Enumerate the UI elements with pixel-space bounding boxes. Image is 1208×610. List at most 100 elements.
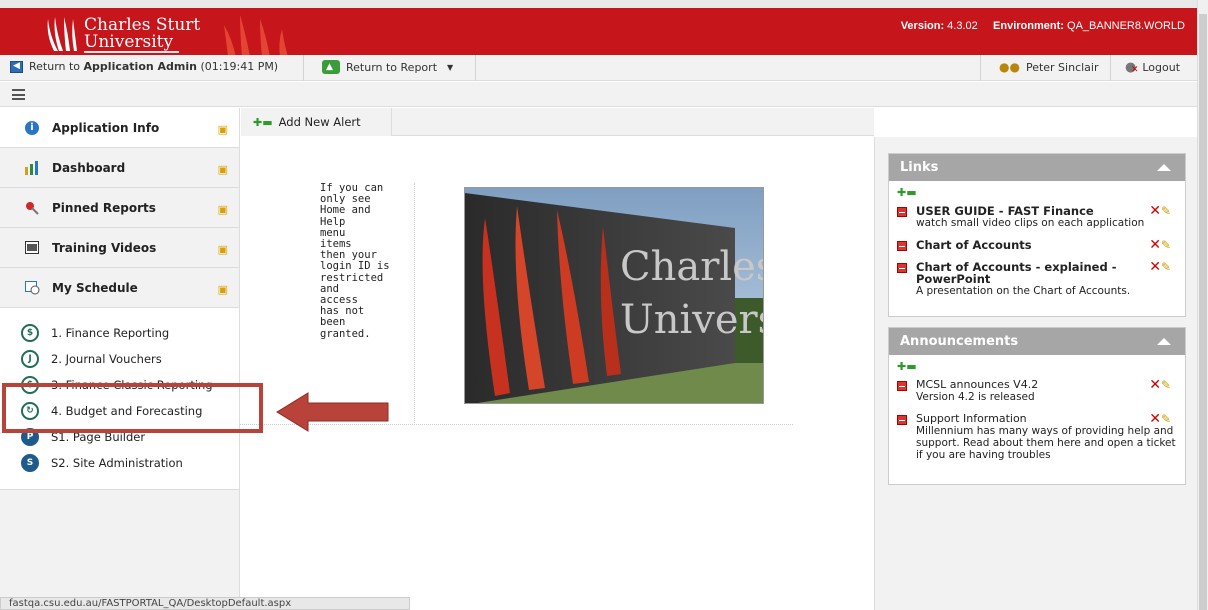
edit-icon[interactable]: ✎ xyxy=(1161,238,1171,252)
return-prefix: Return to xyxy=(29,60,84,73)
return-to-app-link[interactable]: ◀ Return to Application Admin (01:19:41 … xyxy=(10,60,278,73)
sidebar: i Application Info ▣ Dashboard ▣ Pinned … xyxy=(0,108,240,610)
environment-value: QA_BANNER8.WORLD xyxy=(1067,20,1185,32)
schedule-item-journal-vouchers[interactable]: J 2. Journal Vouchers xyxy=(0,346,239,372)
report-icon: ▲ xyxy=(322,60,340,74)
version-info: Version: 4.3.02 Environment: QA_BANNER8.… xyxy=(901,20,1185,32)
access-message: If you can only see Home and Help menu i… xyxy=(320,182,390,340)
film-icon xyxy=(24,240,40,256)
add-alert-label: Add New Alert xyxy=(278,115,361,129)
links-header[interactable]: Links xyxy=(889,154,1185,181)
hamburger-menu-icon[interactable] xyxy=(12,89,25,100)
link-item[interactable]: Chart of Accounts ✕✎ xyxy=(889,237,1185,253)
collapse-caret-icon[interactable] xyxy=(1157,338,1171,345)
return-arrow-icon: ◀ xyxy=(10,60,23,73)
delete-icon[interactable]: ✕ xyxy=(1149,259,1161,275)
info-icon: i xyxy=(24,120,40,136)
sidebar-item-dashboard[interactable]: Dashboard ▣ xyxy=(0,148,239,188)
link-title[interactable]: Chart of Accounts - explained - PowerPoi… xyxy=(916,261,1137,285)
csu-logo-icon xyxy=(47,17,77,51)
lock-icon: ▣ xyxy=(217,203,228,216)
lock-icon: ▣ xyxy=(217,283,228,296)
announcement-title[interactable]: MCSL announces V4.2 xyxy=(916,379,1137,391)
link-desc: watch small video clips on each applicat… xyxy=(916,217,1145,229)
sidebar-item-label: Dashboard xyxy=(52,160,126,175)
lock-icon: ▣ xyxy=(217,243,228,256)
logo-line2: University xyxy=(84,34,180,53)
return-to-report-dropdown[interactable]: ▲ Return to Report ▼ xyxy=(322,60,453,74)
add-new-alert-button[interactable]: ✚▬ Add New Alert xyxy=(241,108,392,136)
csu-logo[interactable]: Charles Sturt University xyxy=(44,13,292,57)
edit-icon[interactable]: ✎ xyxy=(1161,412,1171,426)
link-actions: ✕✎ xyxy=(1149,203,1171,219)
schedule-item-finance-reporting[interactable]: $ 1. Finance Reporting xyxy=(0,320,239,346)
tab-row: ✚▬ Add New Alert xyxy=(241,108,874,136)
link-actions: ✕✎ xyxy=(1149,237,1171,253)
announcement-item[interactable]: MCSL announces V4.2 Version 4.2 is relea… xyxy=(889,377,1185,403)
bar-chart-icon xyxy=(24,160,40,176)
announcements-panel: Announcements ✚▬ MCSL announces V4.2 Ver… xyxy=(888,327,1186,485)
delete-icon[interactable]: ✕ xyxy=(1149,411,1161,427)
header-bar: Charles Sturt University Version: 4.3.02… xyxy=(0,0,1197,57)
schedule-item-site-administration[interactable]: S S2. Site Administration xyxy=(0,450,239,476)
divider xyxy=(414,183,415,425)
collapse-caret-icon[interactable] xyxy=(1157,164,1171,171)
sidebar-item-label: Training Videos xyxy=(52,240,157,255)
document-icon xyxy=(897,263,907,273)
edit-icon[interactable]: ✎ xyxy=(1161,378,1171,392)
announcement-title[interactable]: Support Information xyxy=(916,413,1137,425)
calendar-icon xyxy=(24,280,40,296)
finance-icon: $ xyxy=(21,324,39,342)
sidebar-item-training-videos[interactable]: Training Videos ▣ xyxy=(0,228,239,268)
link-item[interactable]: USER GUIDE - FAST Finance watch small vi… xyxy=(889,203,1185,229)
menu-bar xyxy=(0,82,1197,107)
lock-icon: ▣ xyxy=(217,163,228,176)
document-icon xyxy=(897,415,907,425)
user-name: Peter Sinclair xyxy=(1025,60,1099,74)
add-icon: ✚▬ xyxy=(897,360,917,373)
scrollbar-thumb[interactable] xyxy=(1199,14,1207,610)
sidebar-item-pinned-reports[interactable]: Pinned Reports ▣ xyxy=(0,188,239,228)
link-actions: ✕✎ xyxy=(1149,259,1171,275)
toolbar-divider xyxy=(1110,55,1111,81)
announcement-item[interactable]: Support Information Millennium has many … xyxy=(889,411,1185,461)
announcements-header[interactable]: Announcements xyxy=(889,328,1185,355)
sidebar-item-application-info[interactable]: i Application Info ▣ xyxy=(0,108,239,148)
add-link-button[interactable]: ✚▬ xyxy=(889,181,1185,199)
edit-icon[interactable]: ✎ xyxy=(1161,260,1171,274)
vertical-scrollbar[interactable] xyxy=(1197,0,1208,610)
environment-label: Environment: xyxy=(993,20,1064,32)
announcement-desc: Version 4.2 is released xyxy=(916,391,1035,403)
delete-icon[interactable]: ✕ xyxy=(1149,203,1161,219)
version-label: Version: xyxy=(900,20,945,32)
return-report-label: Return to Report xyxy=(346,60,438,74)
document-icon xyxy=(897,241,907,251)
links-panel: Links ✚▬ USER GUIDE - FAST Finance watch… xyxy=(888,153,1186,317)
sidebar-item-my-schedule[interactable]: My Schedule ▣ xyxy=(0,268,239,308)
schedule-item-label: 2. Journal Vouchers xyxy=(51,352,162,366)
document-icon xyxy=(897,207,907,217)
logout-button[interactable]: ● ✕ Logout xyxy=(1125,60,1180,75)
pin-icon xyxy=(24,200,40,216)
user-profile[interactable]: ●● Peter Sinclair xyxy=(999,60,1099,74)
watermark-logo-icon xyxy=(224,15,289,57)
link-title[interactable]: Chart of Accounts xyxy=(916,239,1137,251)
edit-icon[interactable]: ✎ xyxy=(1161,204,1171,218)
link-title[interactable]: USER GUIDE - FAST Finance xyxy=(916,205,1137,217)
add-announcement-button[interactable]: ✚▬ xyxy=(889,355,1185,373)
right-panel: Links ✚▬ USER GUIDE - FAST Finance watch… xyxy=(874,137,1197,610)
journal-icon: J xyxy=(21,350,39,368)
delete-icon[interactable]: ✕ xyxy=(1149,377,1161,393)
toolbar-divider xyxy=(303,55,304,81)
photo-text-line2: University xyxy=(620,297,764,343)
logout-icon: ● ✕ xyxy=(1125,60,1139,75)
link-item[interactable]: Chart of Accounts - explained - PowerPoi… xyxy=(889,259,1185,297)
sidebar-item-label: Application Info xyxy=(52,120,160,135)
sidebar-item-label: My Schedule xyxy=(52,280,138,295)
status-bar-url: fastqa.csu.edu.au/FASTPORTAL_QA/DesktopD… xyxy=(0,597,410,610)
announcement-desc: Millennium has many ways of providing he… xyxy=(916,425,1176,461)
users-icon: ●● xyxy=(999,60,1020,74)
delete-icon[interactable]: ✕ xyxy=(1149,237,1161,253)
pointer-arrow-icon xyxy=(276,392,389,432)
announcement-actions: ✕✎ xyxy=(1149,411,1171,427)
